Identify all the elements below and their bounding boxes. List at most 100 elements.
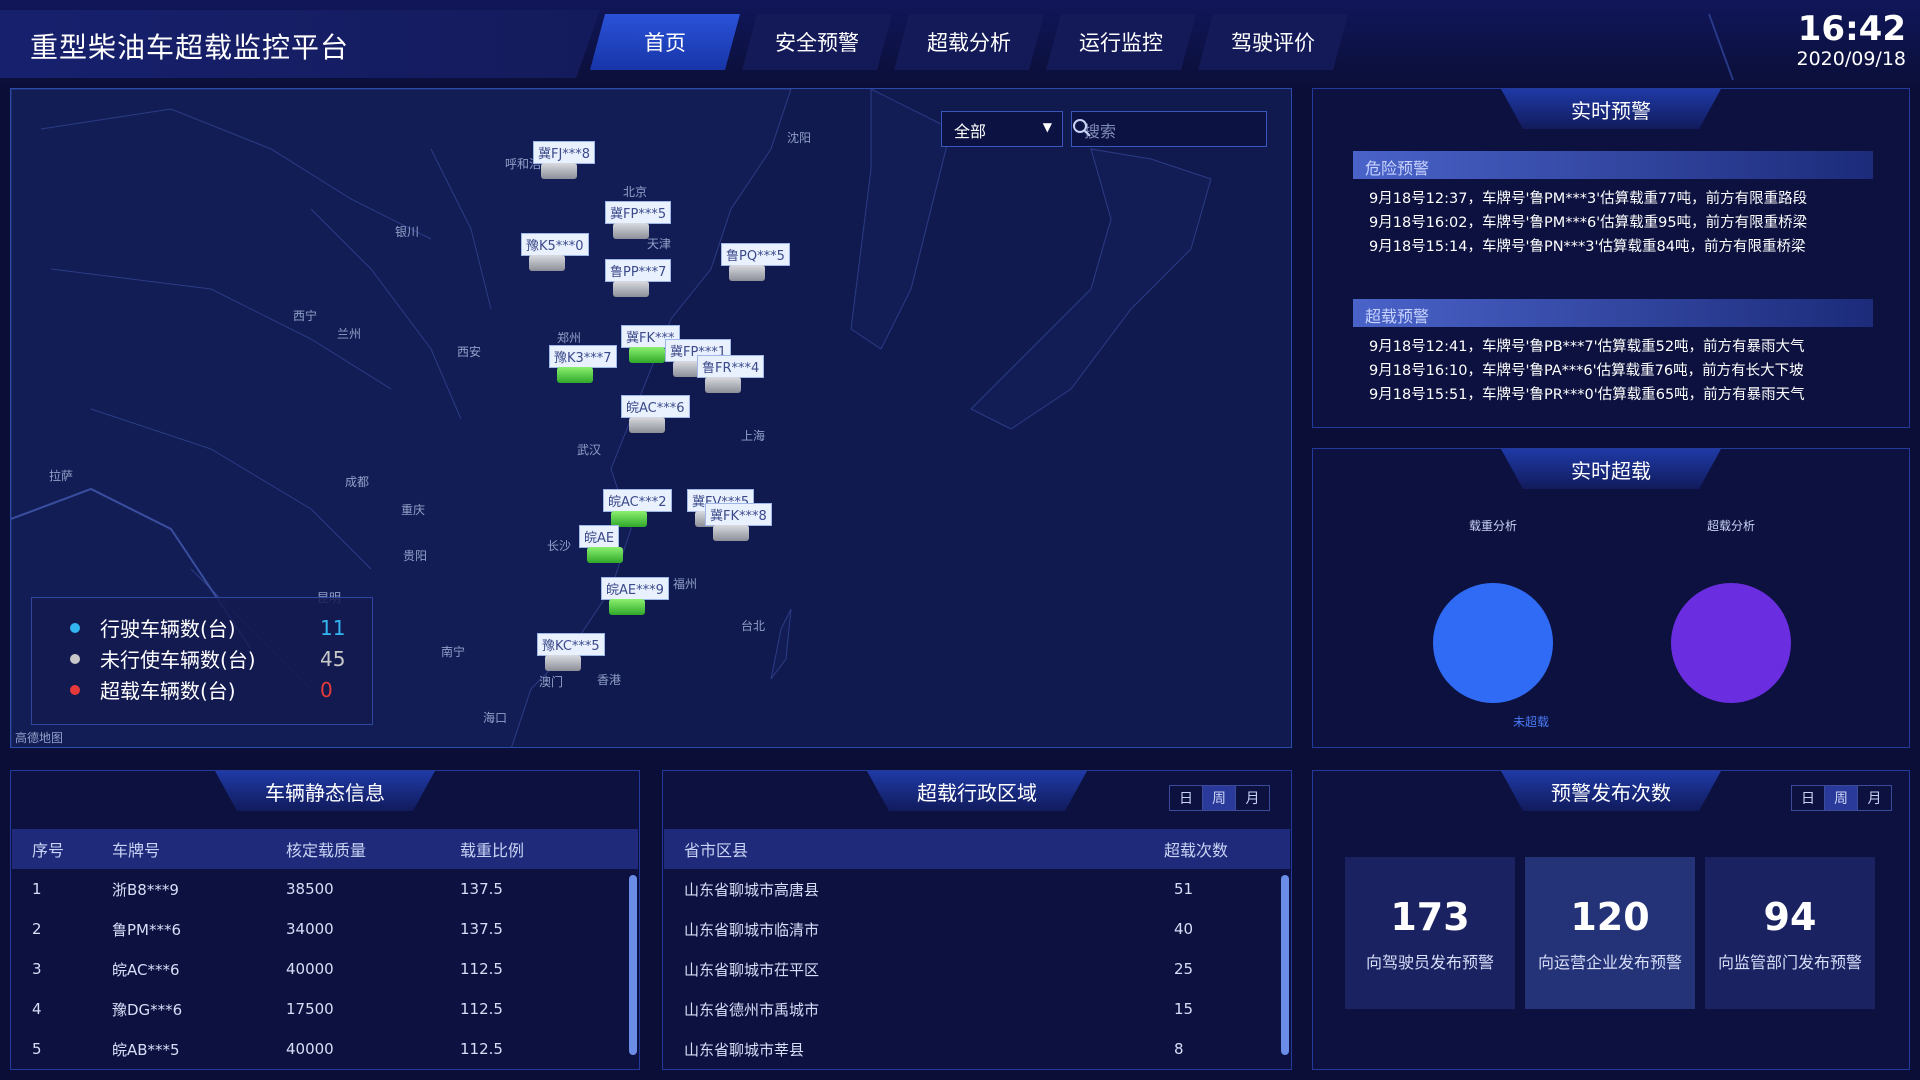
table-row[interactable]: 山东省聊城市高唐县 51 <box>664 869 1274 909</box>
period-toggle: 日 周 月 <box>1791 785 1892 811</box>
table-scrollbar[interactable] <box>629 875 637 1055</box>
cell: 34000 <box>286 920 334 938</box>
table-row[interactable]: 4 豫DG***6 17500 112.5 <box>12 989 622 1029</box>
city-label: 上海 <box>741 429 766 443</box>
table-row[interactable]: 山东省聊城市莘县 8 <box>664 1029 1274 1069</box>
clock-divider <box>1707 14 1763 80</box>
column-header: 省市区县 <box>684 841 749 860</box>
warning-item: 9月18号12:41，车牌号'鲁PB***7'估算载重52吨，前方有暴雨大气 <box>1369 339 1805 355</box>
overload-warning-header: 超载预警 <box>1353 299 1873 327</box>
cell: 山东省德州市禹城市 <box>684 1000 820 1019</box>
city-label: 武汉 <box>577 443 602 457</box>
stat-value: 173 <box>1390 895 1470 939</box>
city-label: 贵阳 <box>403 549 428 563</box>
region-filter-select[interactable]: 全部 ▼ <box>941 111 1063 147</box>
period-month-button[interactable]: 月 <box>1236 786 1269 810</box>
cell: 51 <box>1174 880 1194 898</box>
legend-idle: 未行使车辆数(台) 45 <box>70 643 372 674</box>
chevron-down-icon: ▼ <box>1042 120 1052 134</box>
warning-item: 9月18号16:10，车牌号'鲁PA***6'估算载重76吨，前方有长大下坡 <box>1369 363 1804 379</box>
legend-overload: 超载车辆数(台) 0 <box>70 674 372 705</box>
city-label: 海口 <box>483 711 508 725</box>
tab-operation-monitor[interactable]: 运行监控 <box>1046 14 1196 70</box>
app-title: 重型柴油车超载监控平台 <box>30 31 350 64</box>
period-week-button[interactable]: 周 <box>1825 786 1858 810</box>
warning-item: 9月18号16:02，车牌号'鲁PM***6'估算载重95吨，前方有限重桥梁 <box>1369 215 1808 231</box>
cell: 40000 <box>286 960 334 978</box>
cell: 112.5 <box>460 1040 503 1058</box>
vehicle-plate-tag: 皖AE***9 <box>601 577 669 600</box>
cell: 山东省聊城市高唐县 <box>684 880 820 899</box>
city-label: 沈阳 <box>787 131 812 145</box>
cell: 137.5 <box>460 920 503 938</box>
cell: 山东省聊城市茌平区 <box>684 960 820 979</box>
search-icon[interactable] <box>1072 118 1092 138</box>
tab-home[interactable]: 首页 <box>590 14 740 70</box>
tab-overload-analysis[interactable]: 超载分析 <box>894 14 1044 70</box>
column-header: 超载次数 <box>1164 841 1229 860</box>
truck-icon <box>609 599 645 615</box>
vehicle-plate-tag: 皖AE <box>579 525 620 548</box>
tab-driving-evaluation[interactable]: 驾驶评价 <box>1198 14 1348 70</box>
cell: 浙B8***9 <box>112 880 179 899</box>
table-row[interactable]: 5 皖AB***5 40000 112.5 <box>12 1029 622 1069</box>
city-label: 拉萨 <box>49 469 74 483</box>
overload-warning-list[interactable]: 9月18号12:41，车牌号'鲁PB***7'估算载重52吨，前方有暴雨大气 9… <box>1369 335 1889 407</box>
period-day-button[interactable]: 日 <box>1792 786 1825 810</box>
cell: 3 <box>32 960 42 978</box>
legend-label: 超载车辆数(台) <box>100 679 236 703</box>
map-provider-logo: 高德地图 <box>15 731 64 745</box>
city-label: 天津 <box>647 237 672 251</box>
table-row[interactable]: 3 皖AC***6 40000 112.5 <box>12 949 622 989</box>
vehicle-plate-tag: 鲁PQ***5 <box>721 243 790 266</box>
tab-safety-warning[interactable]: 安全预警 <box>742 14 892 70</box>
panel-title: 实时预警 <box>1501 89 1721 129</box>
city-label: 重庆 <box>401 503 426 517</box>
table-row[interactable]: 1 浙B8***9 38500 137.5 <box>12 869 622 909</box>
warning-item: 9月18号15:51，车牌号'鲁PR***0'估算载重65吨，前方有暴雨天气 <box>1369 387 1805 403</box>
cell: 2 <box>32 920 42 938</box>
column-header: 载重比例 <box>460 841 525 860</box>
map-search-input[interactable]: 搜索 <box>1071 111 1267 147</box>
panel-title: 预警发布次数 <box>1501 771 1721 811</box>
period-week-button[interactable]: 周 <box>1203 786 1236 810</box>
vehicle-plate-tag: 冀FJ***8 <box>533 141 596 164</box>
cell: 8 <box>1174 1040 1184 1058</box>
vehicle-map[interactable]: 全部 ▼ 搜索 沈阳 北京 天津 呼和浩特 银川 西宁 兰州 西安 郑州 武汉 … <box>10 88 1292 748</box>
cell: 4 <box>32 1000 42 1018</box>
vehicle-plate-tag: 鲁FR***4 <box>697 355 765 378</box>
period-month-button[interactable]: 月 <box>1858 786 1891 810</box>
city-label: 西安 <box>457 345 482 359</box>
danger-warning-list[interactable]: 9月18号12:37，车牌号'鲁PM***3'估算载重77吨，前方有限重路段 9… <box>1369 187 1889 259</box>
truck-icon <box>729 265 765 281</box>
table-row[interactable]: 2 鲁PM***6 34000 137.5 <box>12 909 622 949</box>
truck-icon <box>541 163 577 179</box>
truck-icon <box>629 347 665 363</box>
load-analysis-pie[interactable] <box>1433 583 1553 703</box>
table-row[interactable]: 山东省聊城市临清市 40 <box>664 909 1274 949</box>
period-day-button[interactable]: 日 <box>1170 786 1203 810</box>
cell: 25 <box>1174 960 1194 978</box>
period-toggle: 日 周 月 <box>1169 785 1270 811</box>
stat-label: 向运营企业发布预警 <box>1537 953 1682 972</box>
load-analysis-label: 载重分析 <box>1469 519 1518 533</box>
stat-card-regulator: 94 向监管部门发布预警 <box>1705 857 1875 1009</box>
cell: 皖AC***6 <box>112 960 180 979</box>
clock: 16:42 2020/09/18 <box>1796 10 1906 70</box>
city-label: 福州 <box>673 577 698 591</box>
stat-card-driver: 173 向驾驶员发布预警 <box>1345 857 1515 1009</box>
cell: 40 <box>1174 920 1194 938</box>
table-scrollbar[interactable] <box>1281 875 1289 1055</box>
main-nav: 首页 安全预警 超载分析 运行监控 驾驶评价 <box>590 14 1350 70</box>
stat-card-enterprise: 120 向运营企业发布预警 <box>1525 857 1695 1009</box>
cell: 112.5 <box>460 1000 503 1018</box>
vehicle-static-panel: 车辆静态信息 序号 车牌号 核定载质量 载重比例 1 浙B8***9 38500… <box>10 770 640 1070</box>
city-label: 郑州 <box>557 331 582 345</box>
overload-analysis-pie[interactable] <box>1671 583 1791 703</box>
panel-title: 车辆静态信息 <box>215 771 435 811</box>
danger-warning-header: 危险预警 <box>1353 151 1873 179</box>
table-row[interactable]: 山东省聊城市茌平区 25 <box>664 949 1274 989</box>
city-label: 澳门 <box>539 675 564 689</box>
table-row[interactable]: 山东省德州市禹城市 15 <box>664 989 1274 1029</box>
cell: 112.5 <box>460 960 503 978</box>
